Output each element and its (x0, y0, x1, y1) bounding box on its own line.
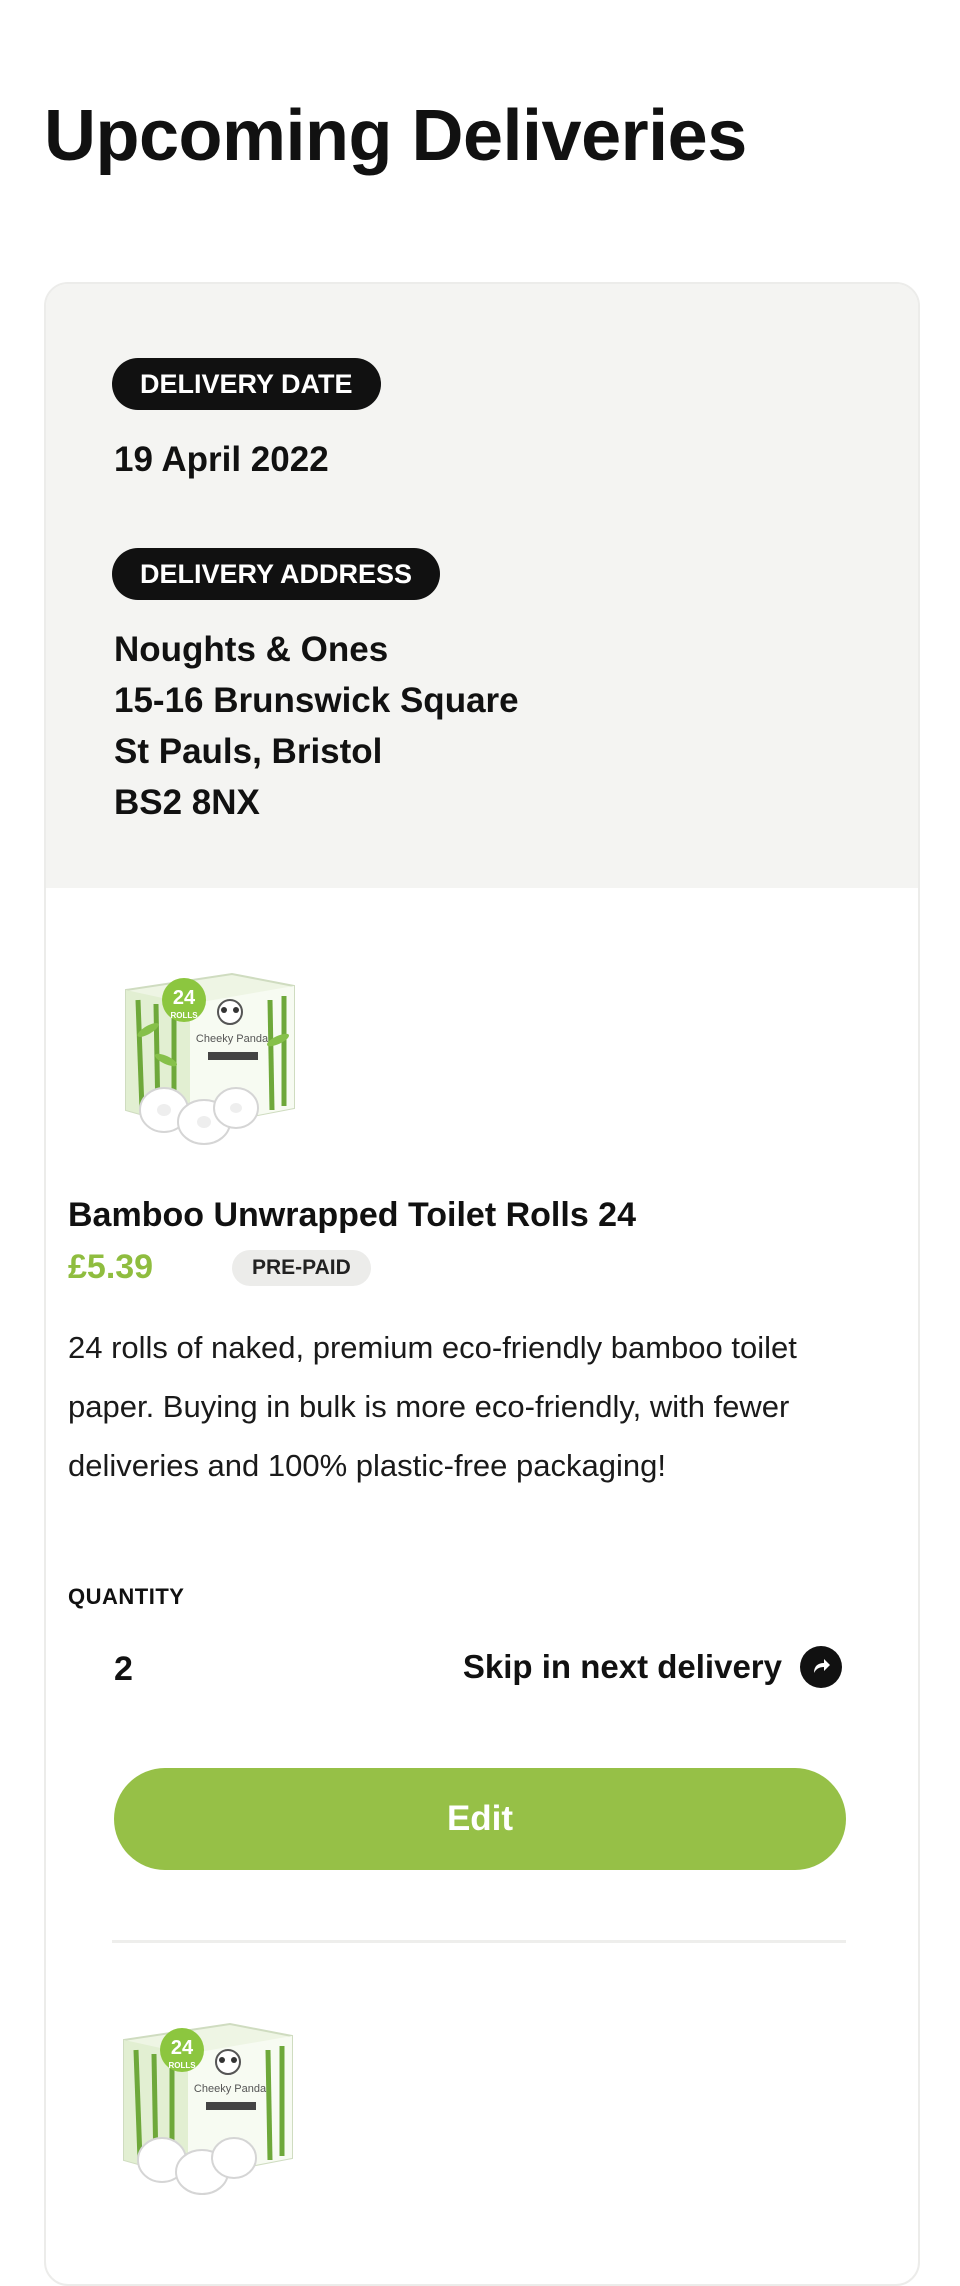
address-line: Noughts & Ones (114, 630, 389, 669)
product-name: Bamboo Unwrapped Toilet Rolls 24 (68, 1196, 636, 1234)
skip-next-delivery-link[interactable]: Skip in next delivery (463, 1646, 842, 1688)
box-count-text: 24 (171, 2037, 194, 2059)
product-image: 24 ROLLS Cheeky Panda (112, 960, 298, 1146)
product-description: 24 rolls of naked, premium eco-friendly … (68, 1330, 797, 1483)
box-brand-text: Cheeky Panda (196, 1033, 269, 1045)
box-count-text: 24 (173, 987, 196, 1009)
box-unit-text: ROLLS (170, 1011, 198, 1020)
address-line: 15-16 Brunswick Square (114, 681, 519, 720)
quantity-value: 2 (114, 1650, 133, 1688)
delivery-date-label: DELIVERY DATE (112, 358, 381, 410)
address-line: St Pauls, Bristol (114, 732, 383, 771)
product-image: 24 ROLLS Cheeky Panda (110, 2010, 296, 2196)
redo-arrow-icon (800, 1646, 842, 1688)
delivery-details: DELIVERY DATE 19 April 2022 DELIVERY ADD… (46, 284, 918, 888)
page-title: Upcoming Deliveries (44, 96, 747, 176)
quantity-label: QUANTITY (68, 1584, 185, 1609)
edit-button[interactable]: Edit (114, 1768, 846, 1870)
skip-label: Skip in next delivery (462, 1648, 782, 1685)
box-unit-text: ROLLS (168, 2061, 196, 2070)
delivery-card: DELIVERY DATE 19 April 2022 DELIVERY ADD… (44, 282, 920, 2286)
delivery-address-label: DELIVERY ADDRESS (112, 548, 441, 600)
delivery-address: Noughts & Ones 15-16 Brunswick Square St… (114, 624, 519, 828)
product-price: £5.39 (68, 1248, 154, 1286)
product-divider (112, 1940, 846, 1943)
delivery-date-value: 19 April 2022 (114, 440, 329, 479)
address-line: BS2 8NX (114, 783, 260, 822)
prepaid-badge: PRE-PAID (232, 1250, 371, 1286)
box-brand-text: Cheeky Panda (194, 2083, 267, 2095)
